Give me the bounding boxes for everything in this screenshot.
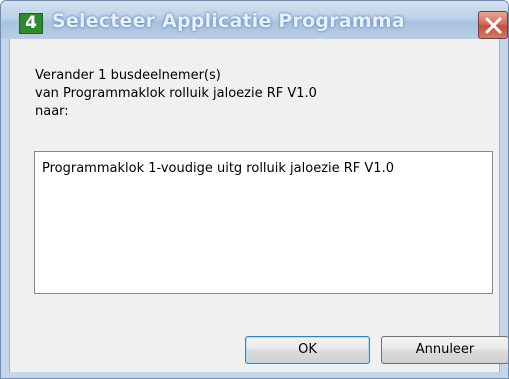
message-line-2: van Programmaklok rolluik jaloezie RF V1…: [35, 86, 317, 101]
window-frame-bottom: [1, 372, 508, 378]
app-logo-icon: 4: [19, 13, 43, 34]
message-line-3: naar:: [35, 104, 69, 119]
ok-button[interactable]: OK: [245, 336, 370, 364]
dialog-body: Verander 1 busdeelnemer(s) van Programma…: [9, 39, 508, 372]
message-line-1: Verander 1 busdeelnemer(s): [35, 68, 221, 83]
message-text: Verander 1 busdeelnemer(s) van Programma…: [35, 67, 317, 121]
cancel-button[interactable]: Annuleer: [381, 336, 508, 364]
close-icon: [485, 17, 502, 34]
window-title: Selecteer Applicatie Programma: [52, 10, 405, 32]
close-button[interactable]: [478, 11, 508, 39]
application-program-list[interactable]: Programmaklok 1-voudige uitg rolluik jal…: [34, 151, 493, 294]
dialog-window: 4 Selecteer Applicatie Programma Verande…: [0, 0, 509, 379]
title-bar[interactable]: 4 Selecteer Applicatie Programma: [1, 1, 508, 39]
list-item[interactable]: Programmaklok 1-voudige uitg rolluik jal…: [42, 160, 394, 178]
